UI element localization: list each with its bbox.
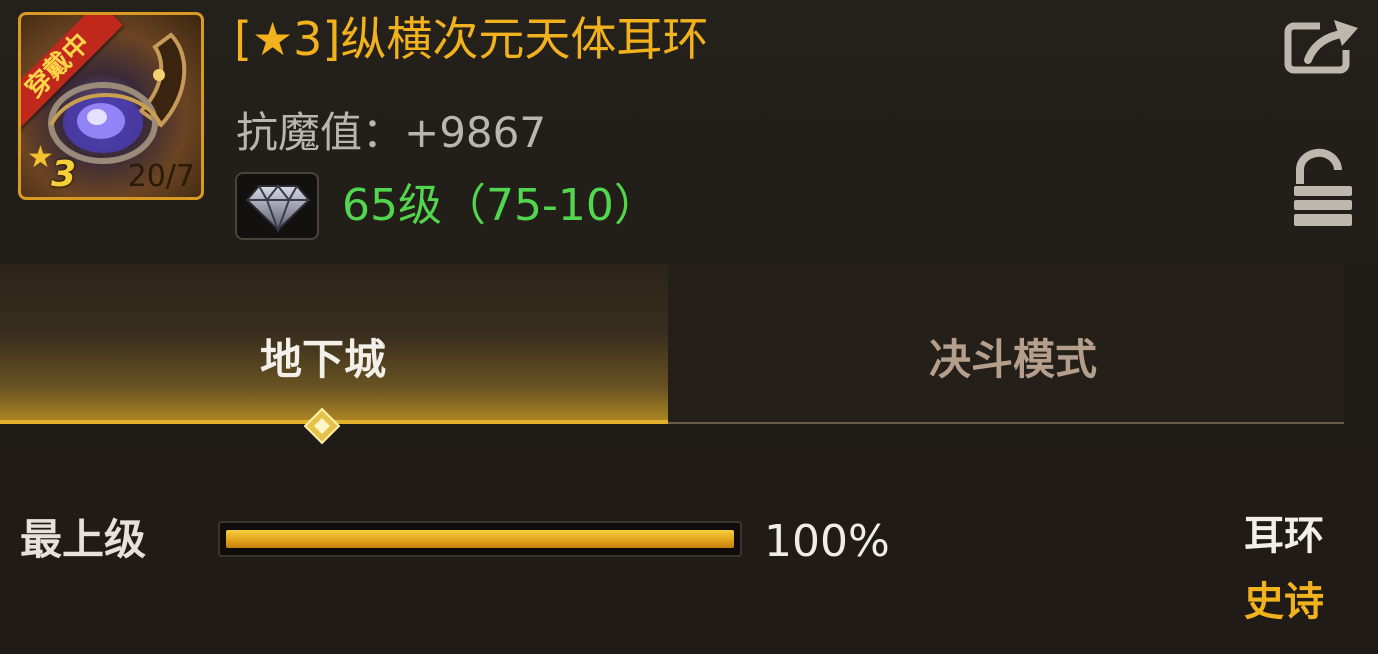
tab-duel-mode[interactable]: 决斗模式 bbox=[668, 264, 1344, 424]
item-icon[interactable]: 穿戴中 ★ 3 20/7 bbox=[18, 12, 204, 200]
magic-resist-stat: 抗魔值：+9867 bbox=[236, 108, 547, 157]
unlocked-lock-icon bbox=[1294, 148, 1352, 226]
gem-slot[interactable] bbox=[235, 172, 319, 240]
star-level: 3 bbox=[51, 154, 77, 195]
grade-percent: 100% bbox=[764, 516, 890, 567]
share-icon bbox=[1284, 16, 1360, 74]
tab-divider-line bbox=[668, 422, 1344, 424]
equipment-slot-type: 耳环 bbox=[1244, 513, 1324, 559]
item-rarity: 史诗 bbox=[1244, 579, 1324, 625]
mode-tabs: 地下城 决斗模式 bbox=[0, 264, 1378, 450]
item-header: 穿戴中 ★ 3 20/7 [★3]纵横次元天体耳环 抗魔值：+9867 65级（… bbox=[0, 0, 1378, 264]
item-detail-panel: 穿戴中 ★ 3 20/7 [★3]纵横次元天体耳环 抗魔值：+9867 65级（… bbox=[0, 0, 1378, 654]
share-button[interactable] bbox=[1284, 16, 1360, 74]
lock-button[interactable] bbox=[1290, 148, 1354, 230]
level-range: 65级（75-10） bbox=[342, 180, 658, 231]
tab-dungeon[interactable]: 地下城 bbox=[0, 264, 668, 424]
diamond-icon bbox=[245, 184, 311, 233]
grade-label: 最上级 bbox=[20, 515, 147, 564]
tab-duel-label: 决斗模式 bbox=[928, 335, 1097, 384]
upgrade-progress-section: 最上级 100% 耳环 史诗 bbox=[0, 450, 1378, 654]
item-count: 20/7 bbox=[127, 159, 195, 194]
grade-progress-fill bbox=[226, 530, 734, 548]
tab-dungeon-label: 地下城 bbox=[259, 335, 386, 384]
item-title: [★3]纵横次元天体耳环 bbox=[234, 12, 709, 66]
star-icon: ★ bbox=[27, 140, 54, 175]
active-tab-marker-icon bbox=[303, 407, 341, 445]
grade-progress-bar bbox=[218, 521, 742, 557]
